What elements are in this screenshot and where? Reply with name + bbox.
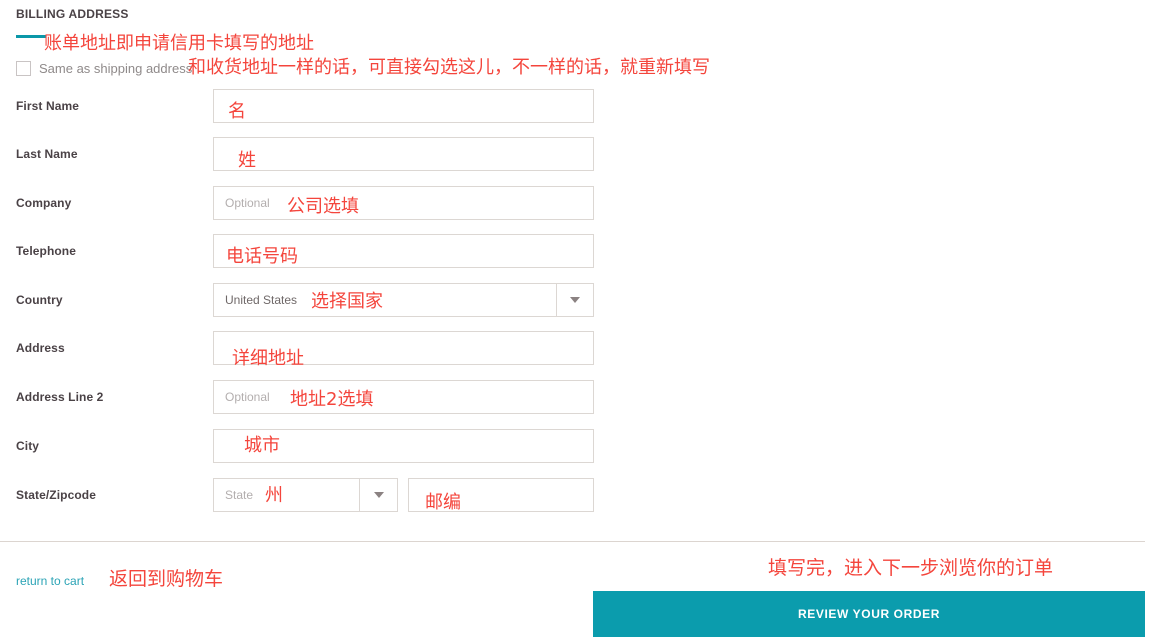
address-line-2-placeholder: Optional bbox=[225, 390, 270, 404]
label-state-zipcode: State/Zipcode bbox=[16, 488, 96, 502]
form-row-first-name: First Name bbox=[0, 89, 620, 123]
label-last-name: Last Name bbox=[16, 147, 78, 161]
annotation-address: 详细地址 bbox=[232, 348, 304, 369]
same-as-shipping-checkbox[interactable] bbox=[16, 60, 31, 76]
country-select-arrow[interactable] bbox=[556, 283, 594, 317]
state-select[interactable]: State bbox=[213, 478, 360, 512]
accent-bar bbox=[16, 35, 46, 38]
annotation-company: 公司选填 bbox=[287, 196, 359, 217]
chevron-down-icon bbox=[373, 492, 384, 498]
annotation-return-to-cart: 返回到购物车 bbox=[109, 568, 224, 590]
chevron-down-icon bbox=[570, 297, 580, 303]
label-first-name: First Name bbox=[16, 99, 80, 113]
company-placeholder: Optional bbox=[225, 196, 270, 210]
annotation-city: 城市 bbox=[244, 435, 280, 456]
same-as-shipping-row[interactable]: Same as shipping address bbox=[16, 58, 192, 78]
state-select-arrow[interactable] bbox=[359, 478, 398, 512]
annotation-same-as-shipping-note: 和收货地址一样的话，可直接勾选这儿，不一样的话，就重新填写 bbox=[188, 57, 710, 78]
label-address-line-2: Address Line 2 bbox=[16, 390, 104, 404]
same-as-shipping-label: Same as shipping address bbox=[39, 60, 193, 76]
label-city: City bbox=[16, 439, 40, 453]
form-row-city: City bbox=[0, 429, 620, 463]
company-input[interactable]: Optional bbox=[213, 186, 594, 220]
form-row-last-name: Last Name bbox=[0, 137, 620, 171]
review-your-order-button[interactable]: REVIEW YOUR ORDER bbox=[593, 591, 1145, 637]
form-row-state-zipcode: State/Zipcode State bbox=[0, 478, 620, 512]
form-row-address: Address bbox=[0, 331, 620, 365]
annotation-billing-note: 账单地址即申请信用卡填写的地址 bbox=[44, 33, 314, 54]
annotation-state: 州 bbox=[265, 485, 283, 506]
form-row-country: Country United States bbox=[0, 283, 620, 317]
annotation-address-line-2: 地址2选填 bbox=[290, 389, 374, 410]
last-name-input[interactable] bbox=[213, 137, 594, 171]
form-row-telephone: Telephone bbox=[0, 234, 620, 268]
return-to-cart-link[interactable]: return to cart bbox=[16, 574, 84, 588]
address-line-2-input[interactable]: Optional bbox=[213, 380, 594, 414]
label-telephone: Telephone bbox=[16, 244, 77, 258]
annotation-telephone: 电话号码 bbox=[226, 246, 298, 267]
label-country: Country bbox=[16, 293, 63, 307]
annotation-country: 选择国家 bbox=[311, 291, 383, 312]
annotation-review-your-order: 填写完，进入下一步浏览你的订单 bbox=[768, 557, 1054, 579]
first-name-input[interactable] bbox=[213, 89, 594, 123]
state-placeholder: State bbox=[225, 488, 254, 502]
country-selected-value: United States bbox=[225, 293, 298, 307]
footer-divider bbox=[0, 541, 1145, 542]
country-select[interactable]: United States bbox=[213, 283, 557, 317]
label-address: Address bbox=[16, 341, 65, 355]
page-title: BILLING ADDRESS bbox=[16, 7, 129, 21]
annotation-first-name: 名 bbox=[228, 101, 246, 122]
label-company: Company bbox=[16, 196, 72, 210]
annotation-zipcode: 邮编 bbox=[425, 492, 461, 513]
annotation-last-name: 姓 bbox=[238, 150, 256, 171]
